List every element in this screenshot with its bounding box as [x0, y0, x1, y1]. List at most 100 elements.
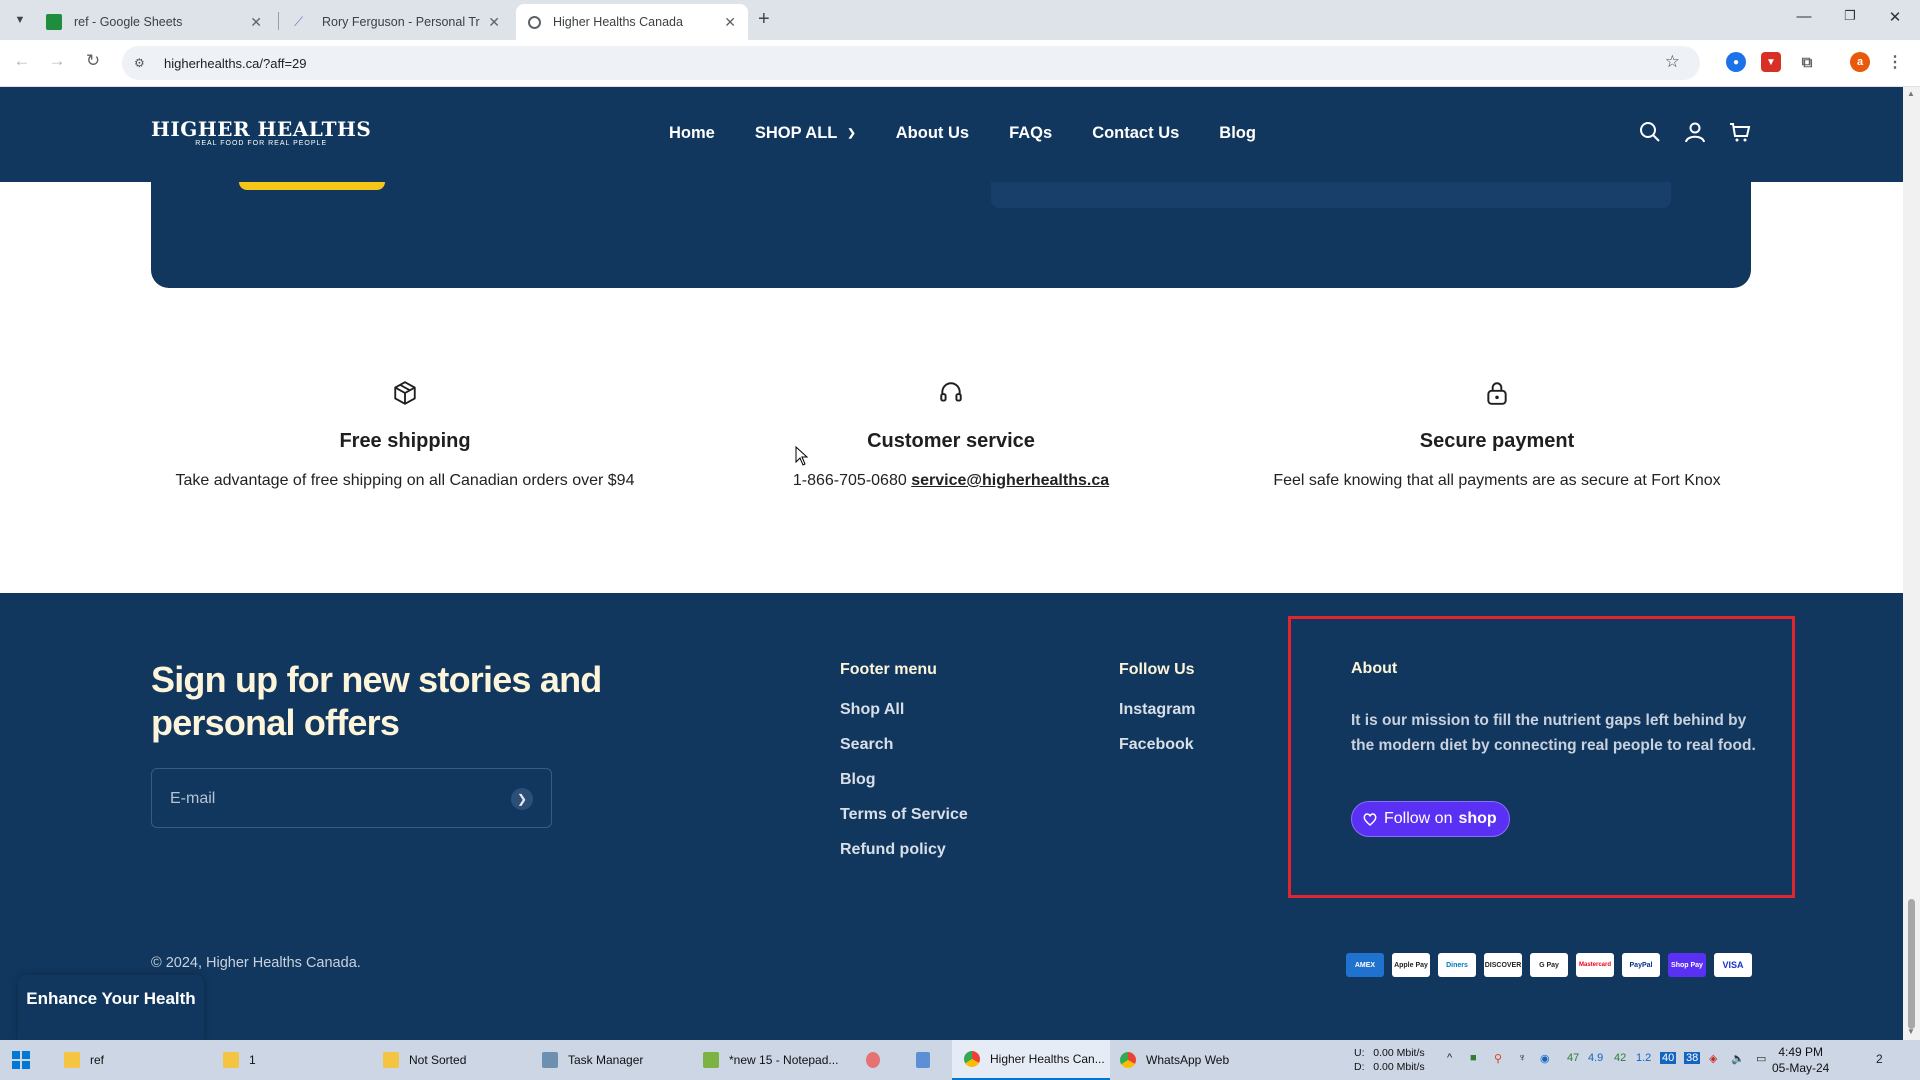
enhance-your-health-widget[interactable]: Enhance Your Health [18, 975, 204, 1040]
support-email-link[interactable]: service@higherhealths.ca [911, 472, 1109, 489]
footer-link-blog[interactable]: Blog [840, 771, 968, 789]
tray-security-icon[interactable]: ◈ [1709, 1052, 1717, 1065]
site-logo[interactable]: HIGHER HEALTHS REAL FOOD FOR REAL PEOPLE [151, 117, 371, 147]
shop-pay-icon: Shop Pay [1668, 953, 1706, 977]
tray-app-icon[interactable]: ■ [1470, 1052, 1477, 1064]
new-tab-icon[interactable]: + [758, 8, 770, 31]
search-icon[interactable] [1638, 120, 1662, 144]
footer-menu-title: Footer menu [840, 661, 937, 678]
nav-shop-all[interactable]: SHOP ALL ❯ [755, 124, 856, 143]
shield-extension-icon[interactable]: ▼ [1761, 52, 1781, 72]
taskbar-item-chrome[interactable]: Higher Healths Can... [952, 1040, 1110, 1080]
scroll-down-icon[interactable]: ▼ [1907, 1027, 1915, 1036]
tray-vpn-icon[interactable]: ♆ [1518, 1052, 1526, 1064]
footer-link-shop-all[interactable]: Shop All [840, 701, 968, 719]
tab-google-sheets[interactable]: ref - Google Sheets ✕ [34, 4, 274, 40]
tray-search-icon[interactable]: ⚲ [1494, 1052, 1502, 1065]
globe-icon [528, 15, 541, 29]
address-bar[interactable]: ⚙ higherhealths.ca/?aff=29 ☆ [122, 46, 1700, 80]
submit-arrow-icon[interactable]: ❯ [511, 788, 533, 810]
tab-search-chevron-icon[interactable]: ▼ [10, 10, 30, 30]
tray-globe-icon[interactable]: ◉ [1540, 1052, 1550, 1065]
document-app-icon [916, 1052, 930, 1068]
mouse-cursor-icon [795, 446, 809, 466]
tab-title: ref - Google Sheets [74, 15, 183, 29]
network-icon[interactable]: ▭ [1756, 1052, 1766, 1065]
bookmark-star-icon[interactable]: ☆ [1665, 52, 1680, 72]
feature-text: Feel safe knowing that all payments are … [1273, 472, 1721, 489]
system-clock[interactable]: 4:49 PM 05-May-24 [1772, 1044, 1829, 1076]
nav-home[interactable]: Home [669, 124, 715, 143]
feature-free-shipping: Free shipping Take advantage of free shi… [145, 380, 665, 490]
footer-link-refund[interactable]: Refund policy [840, 841, 968, 859]
page-scrollbar[interactable]: ▲ ▼ [1903, 87, 1920, 1040]
footer-link-instagram[interactable]: Instagram [1119, 701, 1195, 719]
about-section-highlight: About It is our mission to fill the nutr… [1288, 616, 1795, 898]
banner-button-edge[interactable] [239, 182, 385, 190]
payment-methods: AMEX Apple Pay Diners DISCOVER G Pay Mas… [1346, 953, 1752, 977]
close-window-icon[interactable]: ✕ [1880, 8, 1910, 26]
nav-contact-us[interactable]: Contact Us [1092, 124, 1179, 143]
email-input[interactable] [170, 787, 470, 811]
nav-blog[interactable]: Blog [1219, 124, 1256, 143]
close-tab-icon[interactable]: ✕ [250, 14, 262, 31]
footer-link-search[interactable]: Search [840, 736, 968, 754]
lock-icon [1487, 382, 1507, 405]
reload-icon[interactable]: ↻ [81, 51, 105, 71]
amex-icon: AMEX [1346, 953, 1384, 977]
close-tab-icon[interactable]: ✕ [488, 14, 500, 31]
tab-separator [278, 12, 279, 30]
newsletter-form: ❯ [151, 768, 552, 828]
cart-icon[interactable] [1728, 120, 1752, 144]
feature-text: 1-866-705-0680 service@higherhealths.ca [691, 472, 1211, 490]
taskbar-item-doc[interactable] [916, 1040, 940, 1080]
restore-icon[interactable]: ❐ [1835, 8, 1865, 24]
tray-badge-2: 38 [1684, 1052, 1701, 1064]
extensions-puzzle-icon[interactable]: ⧉ [1797, 52, 1817, 72]
footer-link-facebook[interactable]: Facebook [1119, 736, 1195, 754]
sheets-icon [46, 14, 62, 30]
diners-icon: Diners [1438, 953, 1476, 977]
taskbar-item-ref[interactable]: ref [64, 1040, 204, 1080]
scrollbar-thumb[interactable] [1908, 899, 1915, 1029]
pig-app-icon [866, 1052, 880, 1068]
tab-higher-healths[interactable]: Higher Healths Canada ✕ [516, 4, 748, 40]
tab-personal-trainer[interactable]: ⟋ Rory Ferguson - Personal Traini ✕ [282, 4, 512, 40]
phone-number: 1-866-705-0680 [792, 472, 907, 489]
feature-secure-payment: Secure payment Feel safe knowing that al… [1237, 380, 1757, 490]
profile-avatar[interactable]: a [1850, 52, 1870, 72]
nav-shop-all-label: SHOP ALL [754, 124, 838, 142]
windows-taskbar: ref 1 Not Sorted Task Manager *new 15 - … [0, 1040, 1920, 1080]
windows-start-icon[interactable] [12, 1051, 30, 1069]
taskbar-label: Not Sorted [409, 1053, 467, 1067]
close-tab-icon[interactable]: ✕ [724, 14, 736, 31]
extension-icon[interactable]: ● [1726, 52, 1746, 72]
taskbar-item-whatsapp[interactable]: WhatsApp Web [1120, 1040, 1270, 1080]
nav-faqs[interactable]: FAQs [1009, 124, 1052, 143]
notification-count[interactable]: 2 [1876, 1052, 1883, 1066]
url-text[interactable]: higherhealths.ca/?aff=29 [164, 56, 307, 71]
tray-overflow-icon[interactable]: ^ [1447, 1052, 1452, 1064]
taskbar-item-task-manager[interactable]: Task Manager [542, 1040, 682, 1080]
chrome-icon [1120, 1052, 1136, 1068]
back-icon[interactable]: ← [10, 51, 34, 71]
tray-badge-1: 40 [1660, 1052, 1677, 1064]
taskbar-item-1[interactable]: 1 [223, 1040, 363, 1080]
taskbar-item-notepad[interactable]: *new 15 - Notepad... [703, 1040, 843, 1080]
taskbar-item-app[interactable] [866, 1040, 890, 1080]
taskbar-item-not-sorted[interactable]: Not Sorted [383, 1040, 523, 1080]
account-icon[interactable] [1683, 120, 1707, 144]
forward-icon[interactable]: → [45, 51, 69, 71]
scroll-up-icon[interactable]: ▲ [1907, 89, 1915, 98]
footer-link-terms[interactable]: Terms of Service [840, 806, 968, 824]
minimize-icon[interactable]: — [1789, 8, 1819, 25]
nav-about-us[interactable]: About Us [896, 124, 969, 143]
follow-on-shop-button[interactable]: Follow on shop [1351, 801, 1510, 837]
shop-button-label: Follow on [1384, 810, 1453, 827]
site-settings-icon[interactable]: ⚙ [134, 56, 148, 70]
volume-icon[interactable]: 🔈 [1731, 1052, 1745, 1065]
box-icon [394, 381, 416, 405]
feature-title: Customer service [867, 430, 1035, 452]
chrome-menu-icon[interactable]: ⋮ [1885, 52, 1905, 72]
folder-icon [383, 1052, 399, 1068]
